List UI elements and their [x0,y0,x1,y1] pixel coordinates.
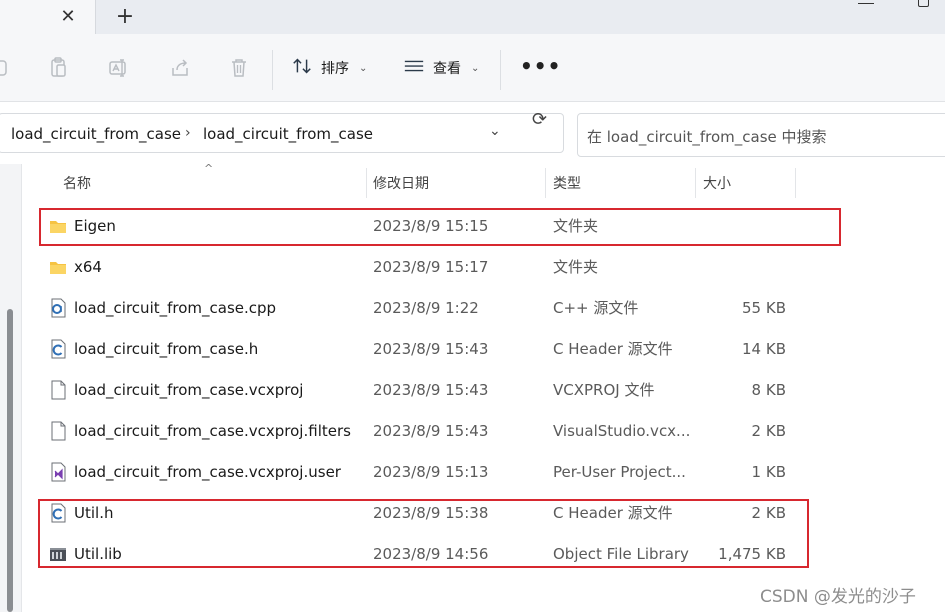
column-header-size[interactable]: 大小 [703,166,731,200]
chevron-down-icon: ⌄ [471,62,480,74]
file-date: 2023/8/9 15:43 [373,380,489,399]
tab-strip: ✕ + [0,0,945,34]
file-name: load_circuit_from_case.cpp [74,298,277,317]
file-type: Per-User Project... [553,462,686,481]
chevron-down-icon: ⌄ [359,62,368,74]
toolbar-divider [272,50,273,90]
file-size: 8 KB [751,380,786,399]
file-row[interactable]: load_circuit_from_case.vcxproj 2023/8/9 … [40,369,800,410]
file-date: 2023/8/9 1:22 [373,298,479,317]
file-row[interactable]: x64 2023/8/9 15:17 文件夹 [40,246,800,287]
address-row: load_circuit_from_case › load_circuit_fr… [0,102,945,164]
file-type: C++ 源文件 [553,299,639,317]
file-name: load_circuit_from_case.h [74,339,259,358]
minimize-icon[interactable] [858,0,874,4]
sort-icon [291,55,313,81]
folder-icon [49,257,67,277]
column-header-date[interactable]: 修改日期 [373,166,429,200]
blank-file-icon [49,380,67,400]
refresh-icon[interactable]: ⟳ [532,109,547,130]
file-row[interactable]: load_circuit_from_case.h 2023/8/9 15:43 … [40,328,800,369]
command-bar: 排序 ⌄ 查看 ⌄ ••• [0,34,945,102]
column-header-type[interactable]: 类型 [553,166,581,200]
file-row[interactable]: load_circuit_from_case.cpp 2023/8/9 1:22… [40,287,800,328]
view-button[interactable]: 查看 ⌄ [403,54,479,82]
column-divider[interactable] [366,168,367,198]
column-header-name[interactable]: 名称 [63,166,91,200]
column-divider[interactable] [695,168,696,198]
breadcrumb-item[interactable]: load_circuit_from_case [11,125,181,143]
view-label: 查看 [433,61,461,77]
navigation-scrollbar[interactable] [7,309,13,612]
address-bar[interactable]: load_circuit_from_case › load_circuit_fr… [0,113,564,153]
more-options-button[interactable]: ••• [520,54,561,78]
sort-ascending-icon: ^ [204,162,214,175]
breadcrumb-item[interactable]: load_circuit_from_case [203,125,373,143]
watermark: CSDN @发光的沙子 [760,587,916,607]
file-name: x64 [74,257,102,276]
delete-icon[interactable] [227,56,251,80]
maximize-icon[interactable] [918,0,929,7]
share-icon[interactable] [168,56,192,80]
cpp-file-icon [49,298,67,318]
file-row[interactable]: load_circuit_from_case.vcxproj.user 2023… [40,451,800,492]
file-date: 2023/8/9 15:13 [373,462,489,481]
address-history-chevron-icon[interactable]: ⌄ [489,123,501,139]
file-name: load_circuit_from_case.vcxproj [74,380,304,399]
new-tab-button[interactable]: + [112,3,138,29]
visual-studio-file-icon [49,462,67,482]
toolbar-divider [500,50,501,90]
file-size [680,246,786,287]
active-tab[interactable]: ✕ [0,0,96,34]
file-type: 文件夹 [553,258,599,276]
file-date: 2023/8/9 15:43 [373,339,489,358]
rename-icon[interactable] [107,56,131,80]
c-header-file-icon [49,339,67,359]
file-type: VisualStudio.vcx... [553,421,691,440]
search-input[interactable]: 在 load_circuit_from_case 中搜索 [577,113,945,157]
column-divider[interactable] [795,168,796,198]
file-name: load_circuit_from_case.vcxproj.filters [74,421,351,440]
sort-label: 排序 [321,61,349,77]
file-size: 14 KB [742,339,786,358]
highlight-box [39,208,841,246]
breadcrumb-separator[interactable]: › [185,125,191,141]
blank-file-icon [49,421,67,441]
file-size: 2 KB [751,421,786,440]
navigation-pane[interactable] [0,164,22,612]
file-name: load_circuit_from_case.vcxproj.user [74,462,341,481]
file-size: 1 KB [751,462,786,481]
search-placeholder: 在 load_circuit_from_case 中搜索 [587,128,827,146]
highlight-box [38,499,809,568]
file-type: C Header 源文件 [553,340,673,358]
file-row[interactable]: load_circuit_from_case.vcxproj.filters 2… [40,410,800,451]
paste-icon[interactable] [47,56,71,80]
column-divider[interactable] [545,168,546,198]
sort-button[interactable]: 排序 ⌄ [291,54,367,82]
file-type: VCXPROJ 文件 [553,381,655,399]
close-tab-button[interactable]: ✕ [56,4,80,28]
copy-icon[interactable] [0,56,12,80]
view-icon [403,55,425,81]
file-date: 2023/8/9 15:43 [373,421,489,440]
file-date: 2023/8/9 15:17 [373,257,489,276]
file-size: 55 KB [742,298,786,317]
